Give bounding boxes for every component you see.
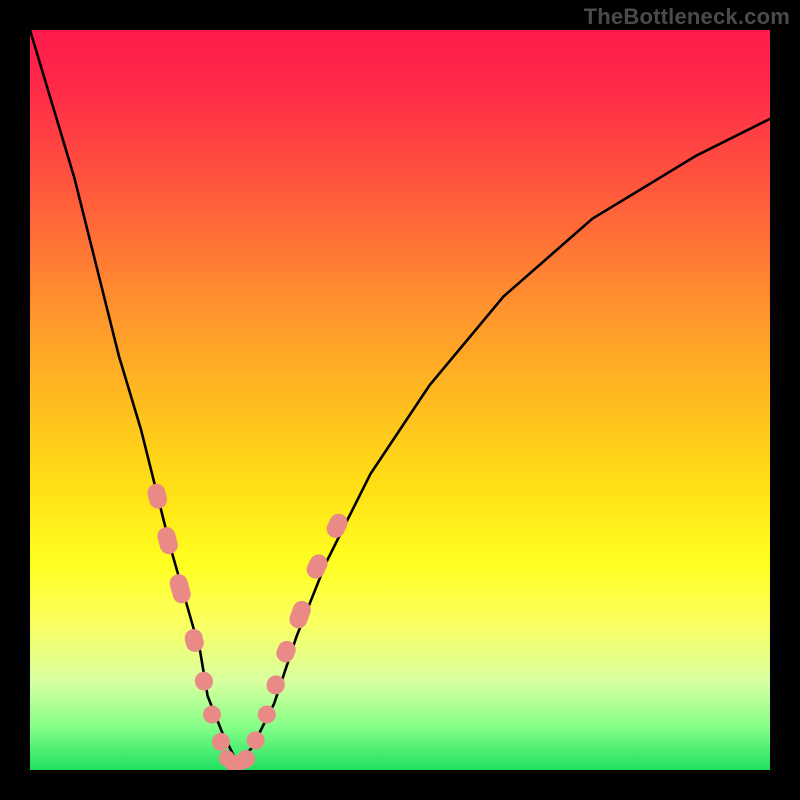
series-pill [324, 511, 351, 541]
series-pill [168, 572, 193, 605]
curve-layer [30, 30, 770, 770]
series-pill [146, 482, 169, 511]
series-pill [193, 670, 215, 693]
plot-area [30, 30, 770, 770]
chart-frame: TheBottleneck.com [0, 0, 800, 800]
bottleneck-curve [30, 30, 770, 763]
series-pill [304, 551, 331, 581]
series-pill [201, 703, 224, 726]
series-pill [256, 703, 278, 725]
series-pill [244, 729, 268, 753]
series-markers [146, 482, 351, 770]
series-pill [183, 627, 206, 654]
series-dot [235, 753, 251, 769]
watermark-text: TheBottleneck.com [584, 4, 790, 30]
series-pill [210, 731, 233, 754]
series-pill [155, 525, 179, 556]
